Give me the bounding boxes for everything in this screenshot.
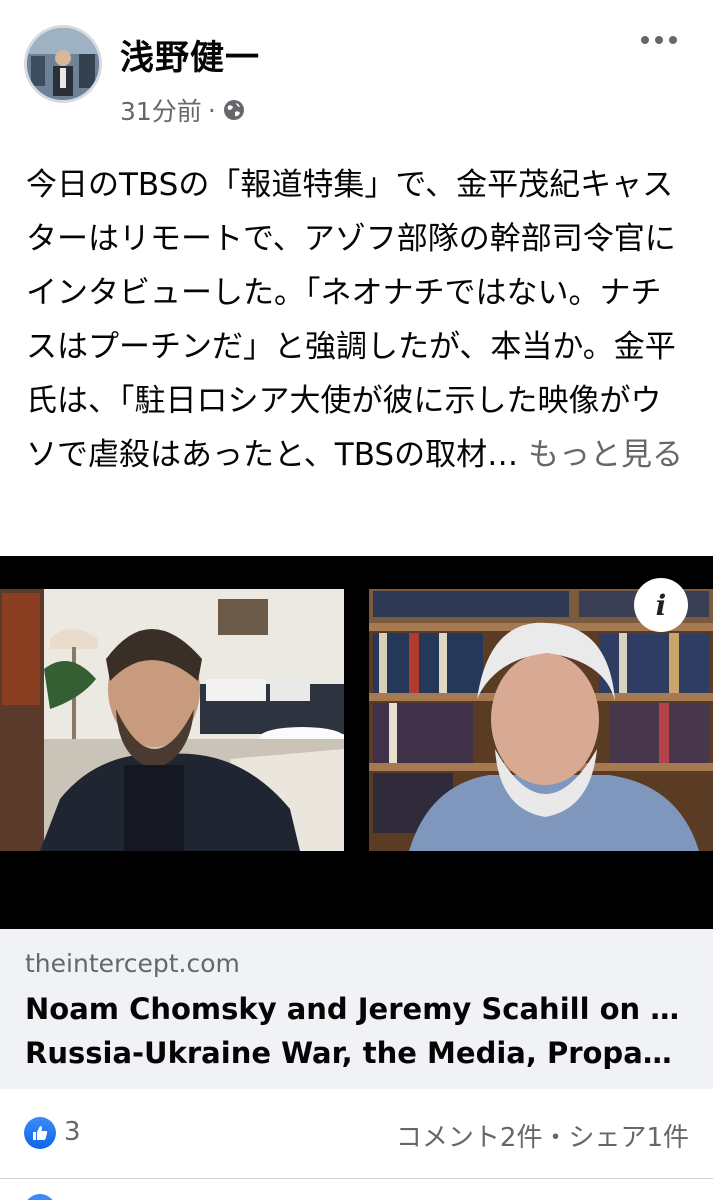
like-count[interactable]: 3: [64, 1117, 81, 1147]
post-time[interactable]: 31分前: [120, 92, 202, 128]
post-text: 今日のTBSの「報道特集」で、金平茂紀キャスターはリモートで、アゾフ部隊の幹部司…: [26, 167, 676, 473]
link-domain: theintercept.com: [25, 949, 240, 978]
reactions-bar: 3 コメント2件・シェア1件: [0, 1089, 713, 1179]
link-title-line2: Russia-Ukraine War, the Media, Propagan…: [25, 1036, 685, 1070]
globe-icon: [222, 98, 246, 122]
post-header: 浅野健一 31分前 ·: [0, 0, 713, 140]
author-name[interactable]: 浅野健一: [120, 30, 260, 79]
info-icon[interactable]: i: [634, 578, 688, 632]
comment-share-count[interactable]: コメント2件・シェア1件: [396, 1117, 689, 1154]
see-more-link[interactable]: もっと見る: [518, 437, 683, 473]
video-frame-left: [0, 589, 344, 851]
more-options-icon[interactable]: [641, 36, 677, 46]
avatar[interactable]: [24, 25, 102, 103]
link-title[interactable]: Noam Chomsky and Jeremy Scahill on the R…: [25, 987, 685, 1075]
link-card[interactable]: theintercept.com Noam Chomsky and Jeremy…: [0, 929, 713, 1089]
link-title-line1: Noam Chomsky and Jeremy Scahill on the: [25, 992, 685, 1026]
post-meta: 31分前 ·: [120, 92, 246, 128]
next-post-fragment: [0, 1188, 713, 1200]
meta-separator: ·: [207, 95, 216, 125]
thumbs-up-icon: [24, 1194, 56, 1200]
post-body: 今日のTBSの「報道特集」で、金平茂紀キャスターはリモートで、アゾフ部隊の幹部司…: [26, 158, 690, 482]
link-preview-image[interactable]: i: [0, 556, 713, 929]
thumbs-up-icon[interactable]: [24, 1117, 56, 1149]
